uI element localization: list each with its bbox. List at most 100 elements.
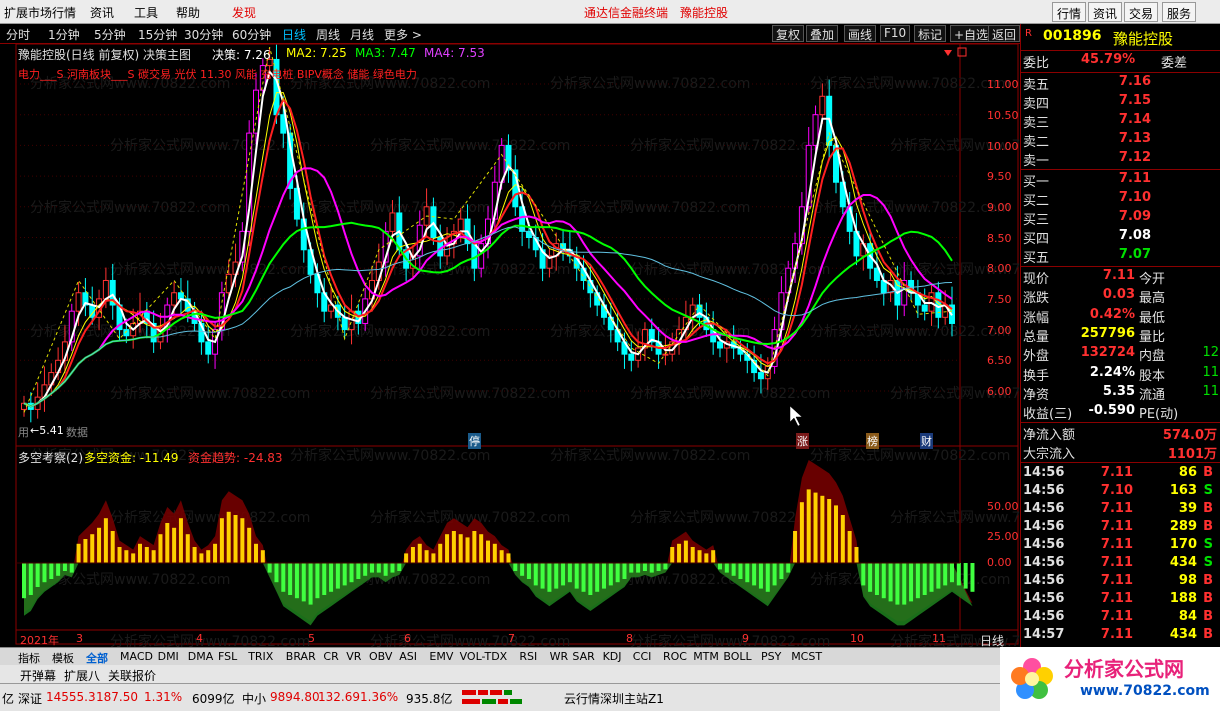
draw-line-button[interactable]: 画线: [844, 25, 877, 42]
service-button[interactable]: 服务: [1162, 2, 1197, 22]
indicator-tab-模板[interactable]: 模板: [52, 650, 74, 666]
candle-body: [102, 279, 109, 300]
period-weekly[interactable]: 周线: [316, 26, 340, 43]
stat-label-2: 今开: [1139, 272, 1166, 287]
indicator-tab-kdj[interactable]: KDJ: [603, 650, 622, 663]
quote-row: 14:56 7.11 39 B: [1021, 501, 1220, 520]
indicator-tab-asi[interactable]: ASI: [399, 650, 417, 663]
indicator-tab-brar[interactable]: BRAR: [286, 650, 316, 663]
period-intraday[interactable]: 分时: [6, 26, 30, 43]
indicator-tab-emv[interactable]: EMV: [429, 650, 453, 663]
stat-label: 涨幅: [1023, 310, 1050, 326]
indicator-tab-指标[interactable]: 指标: [18, 650, 40, 666]
menu-news[interactable]: 资讯: [90, 4, 114, 21]
indicator-tab-vol-tdx[interactable]: VOL-TDX: [460, 650, 508, 663]
indicator-tab-psy[interactable]: PSY: [761, 650, 781, 663]
indicator-tab-rsi[interactable]: RSI: [519, 650, 537, 663]
indicator-tab-macd[interactable]: MACD: [120, 650, 153, 663]
period-5min[interactable]: 5分钟: [94, 26, 126, 43]
danmaku-tab[interactable]: 开弹幕: [20, 667, 56, 684]
sz-index-label[interactable]: 深证: [18, 690, 42, 707]
finance-marker[interactable]: 财: [920, 433, 933, 449]
indicator-tab-sar[interactable]: SAR: [572, 650, 594, 663]
indicator-title[interactable]: 多空考察(2): [18, 449, 83, 466]
indicator-tab-mcst[interactable]: MCST: [791, 650, 822, 663]
f10-button[interactable]: F10: [880, 25, 911, 42]
back-button[interactable]: 返回: [988, 25, 1020, 42]
indicator-tab-dmi[interactable]: DMI: [158, 650, 179, 663]
fund-bar: [622, 563, 627, 579]
promo-terminal-link[interactable]: 通达信金融终端: [584, 4, 668, 21]
menu-tools[interactable]: 工具: [134, 4, 158, 21]
fund-bar: [458, 534, 463, 563]
period-daily[interactable]: 日线: [282, 26, 306, 43]
menu-extended-market[interactable]: 扩展市场行情: [4, 4, 76, 21]
limit-up-marker[interactable]: 涨: [796, 433, 809, 449]
add-watchlist-button[interactable]: +自选: [950, 25, 993, 42]
indicator-tabs: 指标 模板 全部 MACD DMI DMA FSL TRIX BRAR CR VR OBV ASI EMV…: [0, 647, 1000, 665]
quote-row: 涨幅 0.42% 最低: [1021, 307, 1220, 326]
server-name[interactable]: 云行情深圳主站Z1: [564, 690, 664, 707]
zx-index-label[interactable]: 中小: [242, 690, 266, 707]
mark-button[interactable]: 标记: [914, 25, 947, 42]
promo-stock-link[interactable]: 豫能控股: [680, 4, 728, 21]
x-axis-month-5: 5: [308, 632, 315, 645]
indicator-tab-dma[interactable]: DMA: [188, 650, 214, 663]
trade-button[interactable]: 交易: [1124, 2, 1159, 22]
indicator-tab-cci[interactable]: CCI: [633, 650, 652, 663]
linked-quote-tab[interactable]: 关联报价: [108, 667, 156, 684]
flow-value: 574.0万: [1162, 428, 1217, 443]
indicator-tab-全部[interactable]: 全部: [86, 650, 108, 666]
period-more[interactable]: 更多 >: [384, 26, 422, 43]
indicator-tab-fsl[interactable]: FSL: [218, 650, 237, 663]
news-button[interactable]: 资讯: [1088, 2, 1123, 22]
halt-marker[interactable]: 停: [468, 433, 481, 449]
indicator-tab-roc[interactable]: ROC: [663, 650, 687, 663]
period-30min[interactable]: 30分钟: [184, 26, 223, 43]
fund-bar: [881, 563, 886, 599]
indicator-tab-vr[interactable]: VR: [346, 650, 361, 663]
overlay-button[interactable]: 叠加: [806, 25, 839, 42]
fund-bar: [704, 553, 709, 563]
fund-bar: [117, 547, 122, 563]
indicator-tab-mtm[interactable]: MTM: [693, 650, 719, 663]
quote-button[interactable]: 行情: [1052, 2, 1087, 22]
zx-index-amount: 935.8亿: [406, 692, 453, 706]
period-60min[interactable]: 60分钟: [232, 26, 271, 43]
indicator-tab-obv[interactable]: OBV: [369, 650, 392, 663]
sz-index-pct: 1.31%: [144, 690, 183, 704]
stat-label-2: 最低: [1139, 310, 1166, 326]
fund-bar: [349, 563, 354, 583]
indicator-tab-cr[interactable]: CR: [323, 650, 338, 663]
period-15min[interactable]: 15分钟: [138, 26, 177, 43]
stat-value-2: 11: [1202, 364, 1219, 380]
menu-discover[interactable]: 发现: [232, 4, 256, 21]
adjust-button[interactable]: 复权: [772, 25, 805, 42]
kline-chart-area[interactable]: 分析家公式网www.70822.com 分析家公式网www.70822.com 分析…: [0, 44, 1020, 648]
fund-bar: [745, 563, 750, 583]
indicator-tab-trix[interactable]: TRIX: [248, 650, 273, 663]
concept-tags[interactable]: 电力___S 河南板块___S 碳交易 光伏 11.30 风能 充电桩 BIPV…: [18, 66, 417, 82]
fund-bar: [451, 531, 456, 563]
fund-bar: [247, 527, 252, 563]
ext8-tab[interactable]: 扩展八: [64, 667, 100, 684]
menu-help[interactable]: 帮助: [176, 4, 200, 21]
x-axis-month-7: 7: [508, 632, 515, 645]
kline-chart-svg[interactable]: 分析家公式网www.70822.com 分析家公式网www.70822.com 分析…: [0, 44, 1020, 647]
quote-row: 净资 5.35 流通 11: [1021, 384, 1220, 403]
x-axis-month-4: 4: [196, 632, 203, 645]
watermark-text: 分析家公式网www.70822.com: [630, 385, 830, 402]
ranking-marker[interactable]: 榜: [866, 433, 879, 449]
zx-index-pct: 1.36%: [360, 690, 399, 704]
indicator-tab-wr[interactable]: WR: [550, 650, 569, 663]
fund-bar: [827, 499, 832, 563]
period-1min[interactable]: 1分钟: [48, 26, 80, 43]
stat-value: 0.42%: [1089, 306, 1135, 322]
fund-bar: [670, 547, 675, 563]
fund-bar: [840, 515, 845, 563]
tick-time: 14:57: [1023, 627, 1065, 642]
period-monthly[interactable]: 月线: [350, 26, 374, 43]
indicator-tab-boll[interactable]: BOLL: [723, 650, 751, 663]
tick-time: 14:56: [1023, 591, 1065, 606]
tick-price: 7.11: [1100, 537, 1133, 552]
